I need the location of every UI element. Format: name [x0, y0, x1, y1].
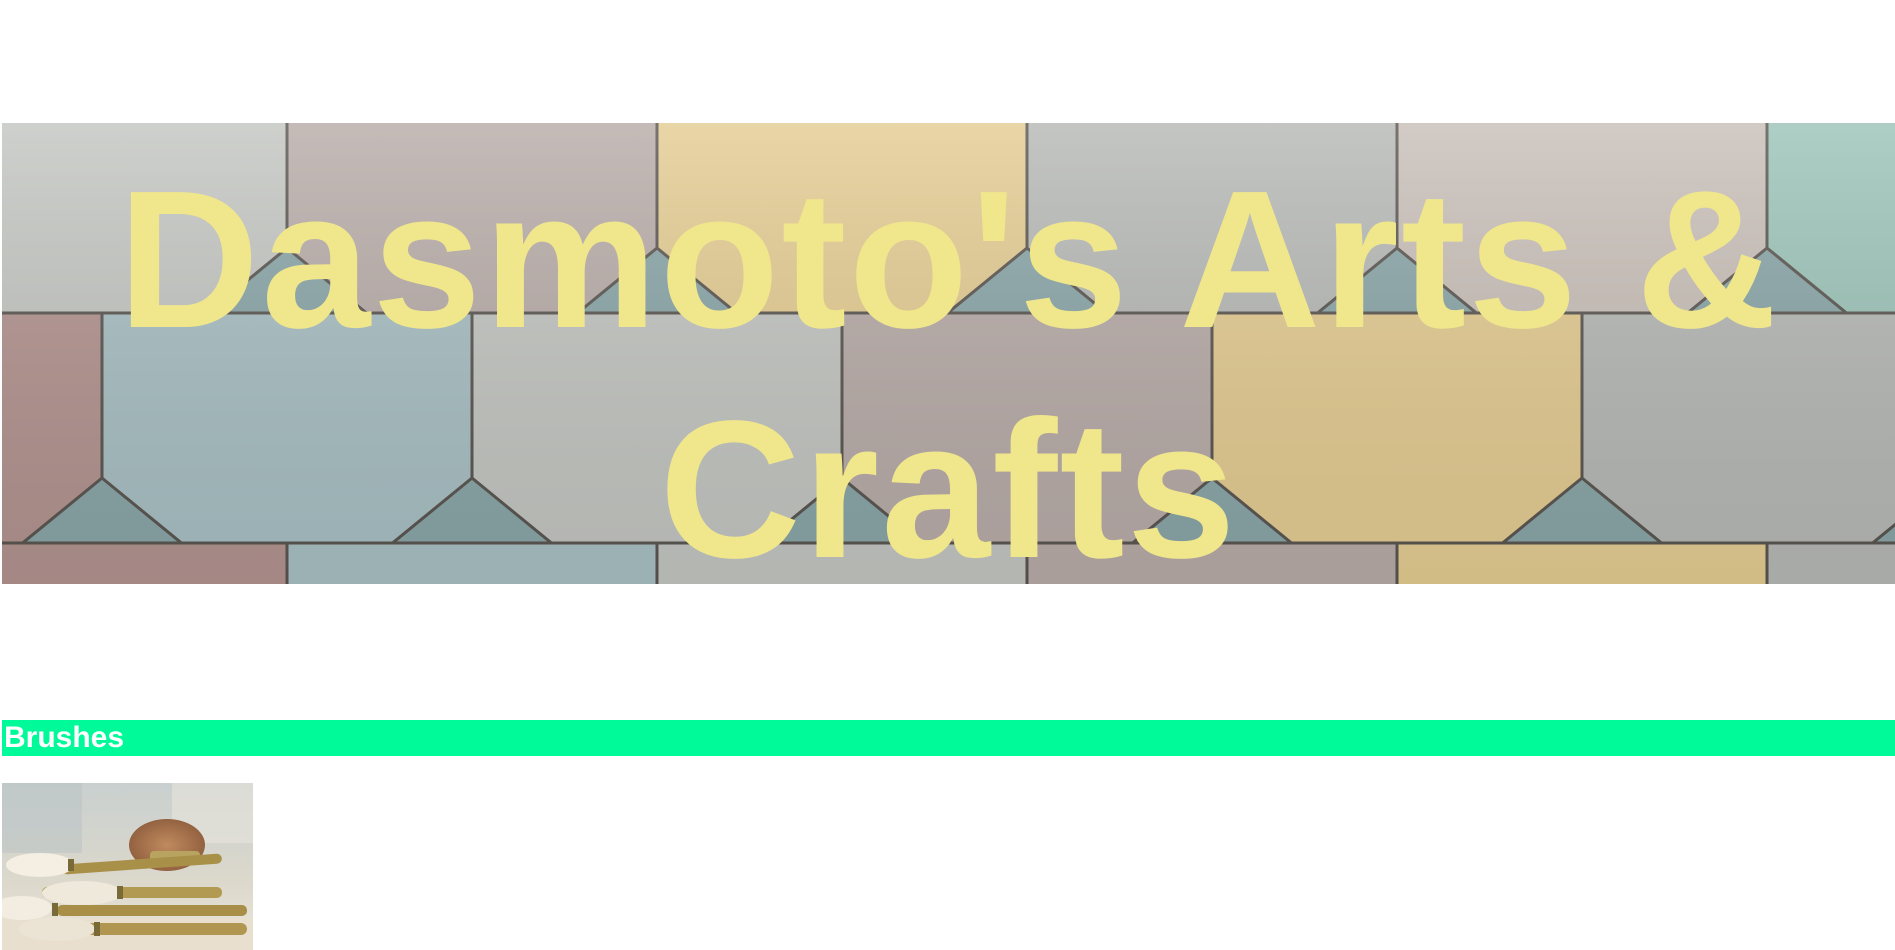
section-heading-bar: Brushes	[2, 720, 1895, 756]
brushes-image[interactable]	[2, 783, 253, 950]
page: Dasmoto's Arts & Crafts Brushes	[0, 0, 1895, 950]
section-heading: Brushes	[4, 721, 125, 754]
header-banner: Dasmoto's Arts & Crafts	[2, 123, 1895, 584]
paint-brushes-picture	[2, 783, 253, 950]
page-title: Dasmoto's Arts & Crafts	[117, 150, 1780, 584]
